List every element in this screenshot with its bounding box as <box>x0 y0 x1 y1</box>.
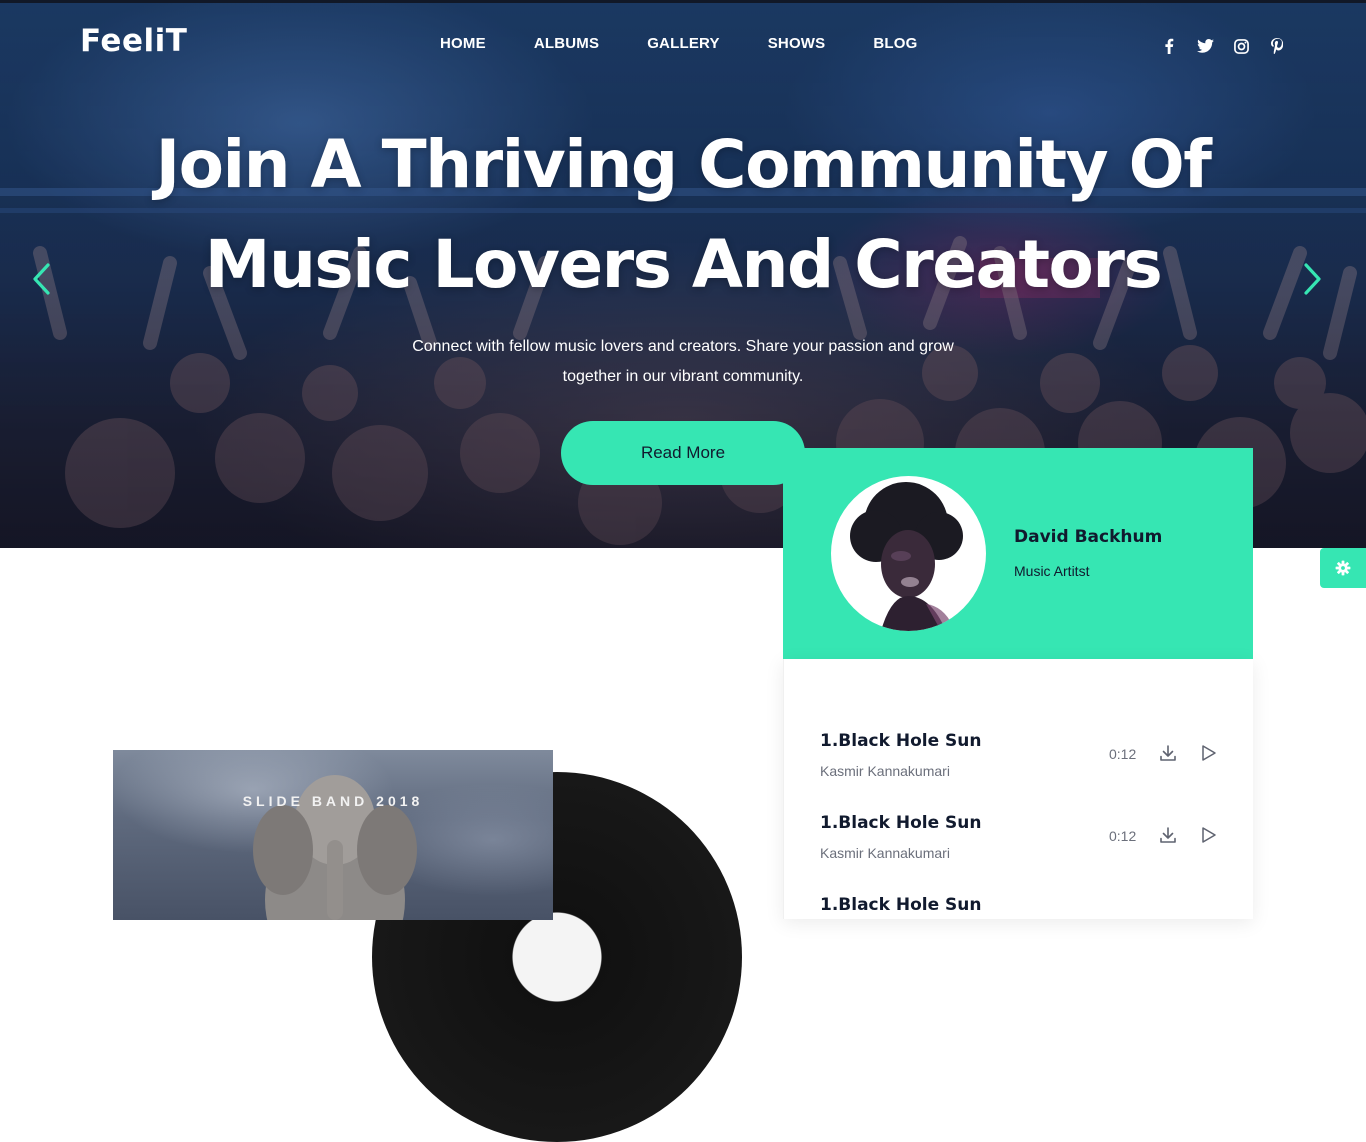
gear-icon <box>1335 560 1351 576</box>
artist-name: David Backhum <box>1014 527 1163 547</box>
social-links <box>1158 36 1302 56</box>
track-artist: Kasmir Kannakumari <box>820 845 950 861</box>
track-list: 1.Black Hole Sun Kasmir Kannakumari 0:12… <box>783 659 1253 919</box>
facebook-icon[interactable] <box>1158 36 1180 56</box>
artist-avatar <box>831 476 986 631</box>
track-title[interactable]: 1.Black Hole Sun <box>820 731 981 751</box>
nav-shows[interactable]: SHOWS <box>768 35 826 52</box>
nav-blog[interactable]: BLOG <box>873 35 917 52</box>
settings-button[interactable] <box>1320 548 1366 588</box>
main-nav: HOME ALBUMS GALLERY SHOWS BLOG <box>440 35 966 52</box>
instagram-icon[interactable] <box>1230 36 1252 56</box>
track-item: 1.Black Hole Sun <box>820 895 1240 955</box>
read-more-button[interactable]: Read More <box>561 421 805 485</box>
hero-subtitle-line-2: together in our vibrant community. <box>562 368 804 385</box>
track-title[interactable]: 1.Black Hole Sun <box>820 813 981 833</box>
download-icon[interactable] <box>1158 825 1178 845</box>
site-logo[interactable]: FeeliT <box>80 23 187 59</box>
play-icon[interactable] <box>1200 743 1218 763</box>
nav-gallery[interactable]: GALLERY <box>647 35 720 52</box>
hero-subtitle: Connect with fellow music lovers and cre… <box>383 332 983 392</box>
elephant-artwork <box>253 775 417 920</box>
play-icon[interactable] <box>1200 825 1218 845</box>
track-artist: Kasmir Kannakumari <box>820 763 950 779</box>
track-duration: 0:12 <box>1109 828 1137 844</box>
album-cover-title: SLIDE BAND 2018 <box>242 793 424 809</box>
nav-home[interactable]: HOME <box>440 35 486 52</box>
nav-albums[interactable]: ALBUMS <box>534 35 599 52</box>
track-item: 1.Black Hole Sun Kasmir Kannakumari 0:12 <box>820 731 1240 791</box>
hero-headline-line-1: Join A Thriving Community Of <box>155 126 1212 203</box>
hero-headline: Join A Thriving Community Of Music Lover… <box>0 115 1366 315</box>
track-item: 1.Black Hole Sun Kasmir Kannakumari 0:12 <box>820 813 1240 873</box>
hero-subtitle-line-1: Connect with fellow music lovers and cre… <box>412 338 954 355</box>
artist-role: Music Artitst <box>1014 563 1090 579</box>
twitter-icon[interactable] <box>1194 36 1216 56</box>
artist-profile-card: David Backhum Music Artitst <box>783 448 1253 659</box>
pinterest-icon[interactable] <box>1266 36 1288 56</box>
album-cover[interactable]: SLIDE BAND 2018 <box>113 750 553 920</box>
download-icon[interactable] <box>1158 743 1178 763</box>
track-title[interactable]: 1.Black Hole Sun <box>820 895 981 915</box>
track-duration: 0:12 <box>1109 746 1137 762</box>
hero-headline-line-2: Music Lovers And Creators <box>204 226 1163 303</box>
